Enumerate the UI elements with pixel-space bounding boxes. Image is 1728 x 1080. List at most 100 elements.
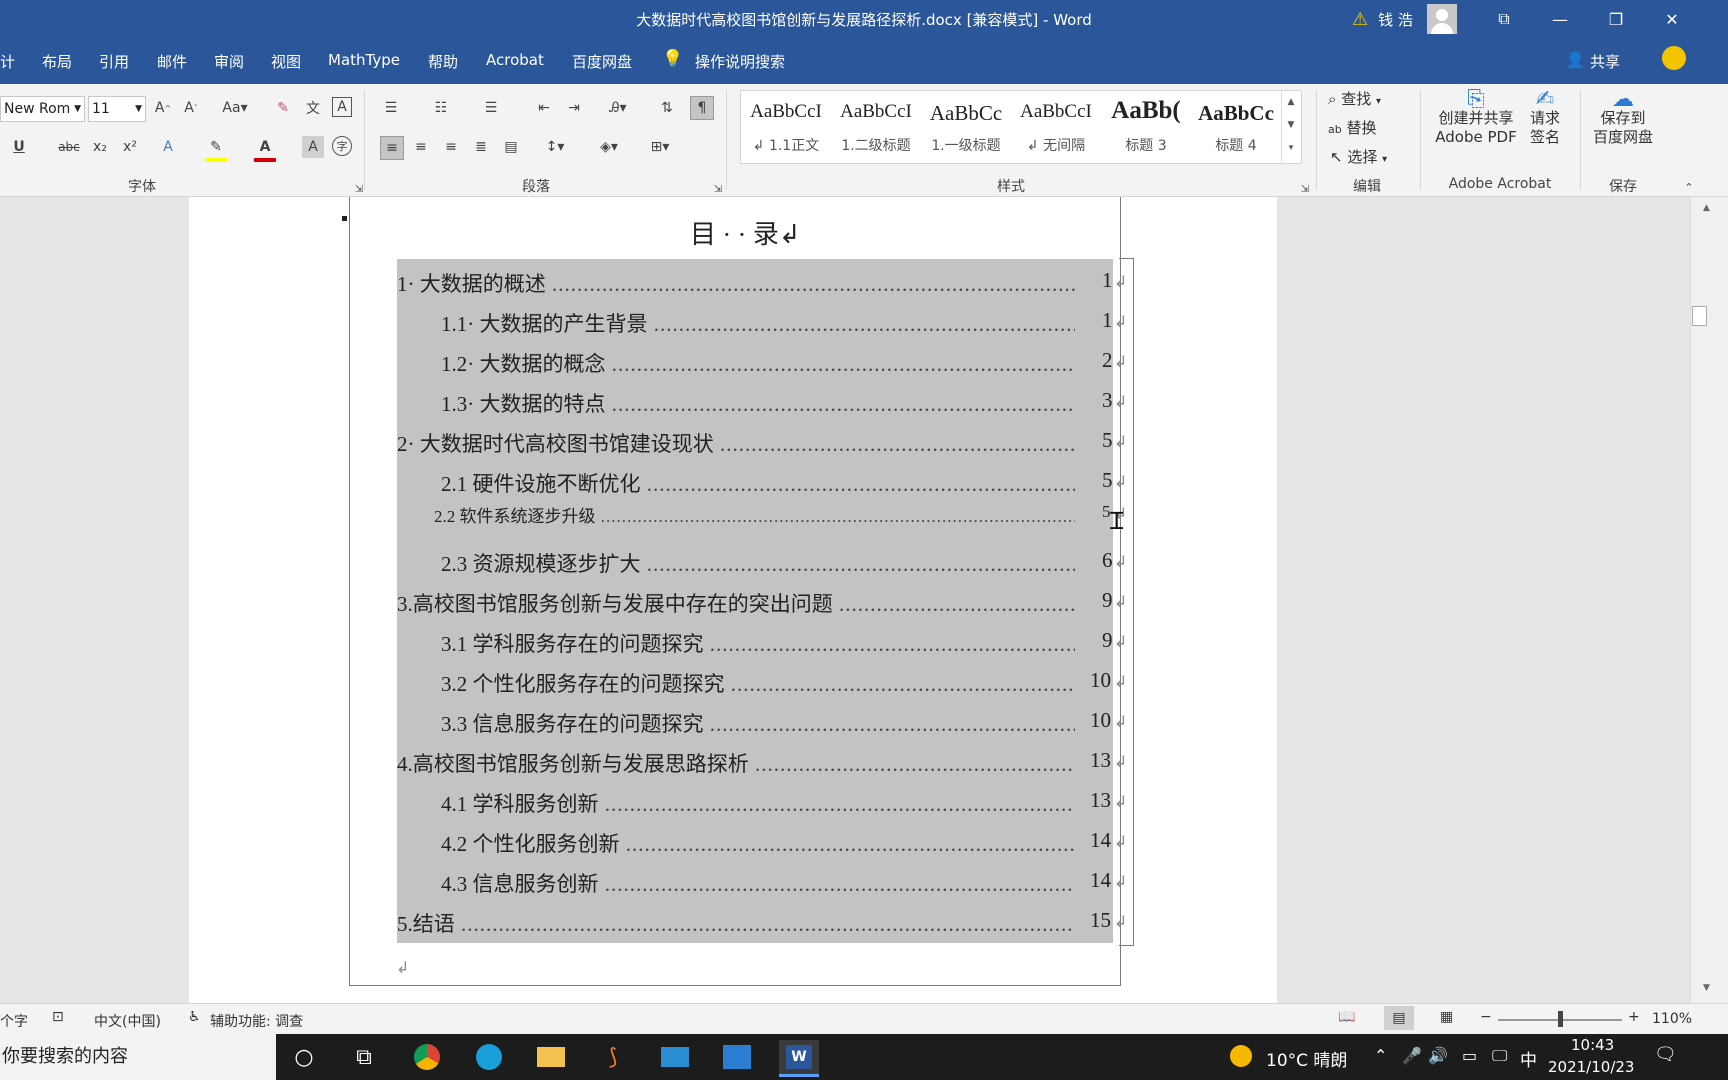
subscript-icon[interactable]: x₂: [89, 136, 111, 158]
font-name-box[interactable]: New Rom ▼: [0, 96, 85, 122]
toc-entry[interactable]: 4.2 个性化服务创新 ............................…: [441, 828, 1075, 858]
user-name[interactable]: 钱 浩: [1378, 9, 1413, 30]
toc-entry[interactable]: 3.2 个性化服务存在的问题探究 .......................…: [441, 668, 1075, 698]
zoom-in-icon[interactable]: +: [1628, 1009, 1640, 1025]
strikethrough-icon[interactable]: abc: [58, 136, 80, 158]
weather-text[interactable]: 10°C 晴朗: [1266, 1046, 1347, 1071]
account-area[interactable]: ⚠ 钱 浩: [1352, 0, 1457, 38]
share-icon[interactable]: 👤: [1566, 51, 1585, 69]
tell-me-search[interactable]: 操作说明搜索: [695, 51, 785, 72]
save-baidu-button[interactable]: ☁ 保存到 百度网盘: [1590, 89, 1656, 147]
restore-icon[interactable]: ❐: [1588, 0, 1644, 38]
volume-icon[interactable]: 🔊: [1428, 1046, 1448, 1065]
tab-layout[interactable]: 布局: [42, 51, 72, 72]
chrome-icon[interactable]: [407, 1040, 447, 1074]
toc-entry[interactable]: 4.高校图书馆服务创新与发展思路探析 .....................…: [397, 748, 1075, 778]
align-right-icon[interactable]: ≡: [440, 136, 462, 158]
tab-acrobat[interactable]: Acrobat: [486, 51, 544, 69]
chevron-down-icon[interactable]: ▼: [74, 97, 81, 121]
show-marks-icon[interactable]: ¶: [690, 96, 714, 120]
tab-help[interactable]: 帮助: [428, 51, 458, 72]
align-left-icon[interactable]: ≡: [380, 136, 404, 160]
weather-icon[interactable]: [1230, 1045, 1252, 1067]
scroll-down-icon[interactable]: ▼: [1703, 983, 1710, 993]
toc-entry[interactable]: 3.3 信息服务存在的问题探究 ........................…: [441, 708, 1075, 738]
gallery-scroll[interactable]: ▲ ▼ ▾: [1281, 91, 1300, 163]
taskbar-search[interactable]: 你要搜索的内容: [0, 1034, 276, 1080]
toc-entry[interactable]: 3.高校图书馆服务创新与发展中存在的突出问题 .................…: [397, 588, 1075, 618]
clear-formatting-icon[interactable]: ✎: [272, 97, 294, 119]
read-mode-icon[interactable]: 📖: [1338, 1009, 1355, 1025]
tab-baidu[interactable]: 百度网盘: [572, 51, 632, 72]
toc-entry[interactable]: 4.3 信息服务创新 .............................…: [441, 868, 1075, 898]
create-share-pdf-button[interactable]: ⎘ 创建并共享 Adobe PDF: [1432, 89, 1520, 147]
toc-entry[interactable]: 2.3 资源规模逐步扩大 ...........................…: [441, 548, 1075, 578]
tab-mathtype[interactable]: MathType: [328, 51, 400, 69]
ime-indicator[interactable]: 中: [1520, 1046, 1537, 1071]
tab-mailings[interactable]: 邮件: [157, 51, 187, 72]
text-effects-icon[interactable]: A: [157, 136, 179, 158]
style-item[interactable]: AaBbCc 1.一级标题: [921, 91, 1011, 163]
style-item[interactable]: AaBb( 标题 3: [1101, 91, 1191, 163]
line-spacing-icon[interactable]: ↕▾: [538, 136, 572, 158]
replace-button[interactable]: ab 替换: [1328, 117, 1377, 138]
phonetic-guide-icon[interactable]: 文: [302, 97, 324, 119]
clock-date[interactable]: 2021/10/23: [1548, 1058, 1634, 1076]
clock-time[interactable]: 10:43: [1571, 1036, 1614, 1054]
toc-entry[interactable]: 1.3· 大数据的特点 ............................…: [441, 388, 1075, 418]
zoom-slider-thumb[interactable]: [1558, 1011, 1563, 1027]
minimize-icon[interactable]: —: [1532, 0, 1588, 38]
smiley-icon[interactable]: [1662, 46, 1686, 70]
print-layout-icon[interactable]: ▤: [1384, 1006, 1414, 1030]
font-size-box[interactable]: 11 ▼: [88, 96, 146, 122]
grow-font-icon[interactable]: A ^: [152, 97, 174, 119]
task-view-icon[interactable]: ⧉: [344, 1040, 384, 1074]
warning-icon[interactable]: ⚠: [1352, 9, 1368, 30]
scroll-up-icon[interactable]: ▲: [1703, 203, 1710, 213]
align-center-icon[interactable]: ≡: [410, 136, 432, 158]
change-case-icon[interactable]: Aa▾: [218, 97, 252, 119]
request-sign-button[interactable]: ✍ 请求 签名: [1522, 89, 1568, 147]
underline-icon[interactable]: U: [8, 136, 30, 158]
character-border-icon[interactable]: A: [332, 97, 352, 117]
sort-icon[interactable]: ⇅: [656, 97, 678, 119]
numbering-icon[interactable]: ☷: [430, 97, 452, 119]
avatar[interactable]: [1426, 4, 1457, 34]
toc-entry[interactable]: 2.1 硬件设施不断优化 ...........................…: [441, 468, 1075, 498]
superscript-icon[interactable]: x²: [119, 136, 141, 158]
style-item[interactable]: AaBbCc 标题 4: [1191, 91, 1281, 163]
network-icon[interactable]: 🖵: [1492, 1046, 1507, 1066]
web-layout-icon[interactable]: ▦: [1440, 1009, 1453, 1025]
text-direction-icon[interactable]: Ꭿ▾: [601, 97, 635, 119]
find-button[interactable]: ⌕ 查找 ▾: [1328, 88, 1381, 109]
tab-design[interactable]: 计: [0, 51, 15, 72]
notification-icon[interactable]: 🗨: [1654, 1044, 1677, 1065]
photos-icon[interactable]: [717, 1040, 757, 1074]
style-item[interactable]: AaBbCcI ↲ 1.1正文: [741, 91, 831, 163]
microphone-icon[interactable]: 🎤: [1402, 1046, 1422, 1065]
tab-review[interactable]: 审阅: [214, 51, 244, 72]
zoom-level[interactable]: 110%: [1652, 1011, 1692, 1027]
multilevel-list-icon[interactable]: ☰: [480, 97, 502, 119]
language[interactable]: 中文(中国): [94, 1011, 161, 1031]
share-button[interactable]: 共享: [1590, 51, 1620, 72]
style-item[interactable]: AaBbCcI ↲ 无间隔: [1011, 91, 1101, 163]
vertical-scrollbar[interactable]: ▲ ▼: [1690, 197, 1728, 1003]
word-icon[interactable]: W: [779, 1040, 819, 1077]
accessibility-status[interactable]: 辅助功能: 调查: [210, 1011, 303, 1031]
close-icon[interactable]: ✕: [1644, 0, 1700, 38]
toc-entry[interactable]: 5.结语 ...................................…: [397, 908, 1075, 938]
tab-references[interactable]: 引用: [99, 51, 129, 72]
cortana-icon[interactable]: ○: [284, 1040, 324, 1074]
edge-icon[interactable]: [469, 1040, 509, 1074]
file-explorer-icon[interactable]: [531, 1040, 571, 1074]
accessibility-icon[interactable]: ♿: [188, 1009, 201, 1025]
toc-entry[interactable]: 4.1 学科服务创新 .............................…: [441, 788, 1075, 818]
collapse-ribbon-icon[interactable]: ⌃: [1678, 176, 1700, 198]
decrease-indent-icon[interactable]: ⇤: [533, 97, 555, 119]
chevron-down-icon[interactable]: ▼: [135, 97, 142, 121]
shrink-font-icon[interactable]: Aˇ: [180, 97, 202, 119]
shading-icon[interactable]: ◈▾: [592, 136, 626, 158]
tab-view[interactable]: 视图: [271, 51, 301, 72]
select-button[interactable]: ↖ 选择 ▾: [1330, 146, 1387, 167]
